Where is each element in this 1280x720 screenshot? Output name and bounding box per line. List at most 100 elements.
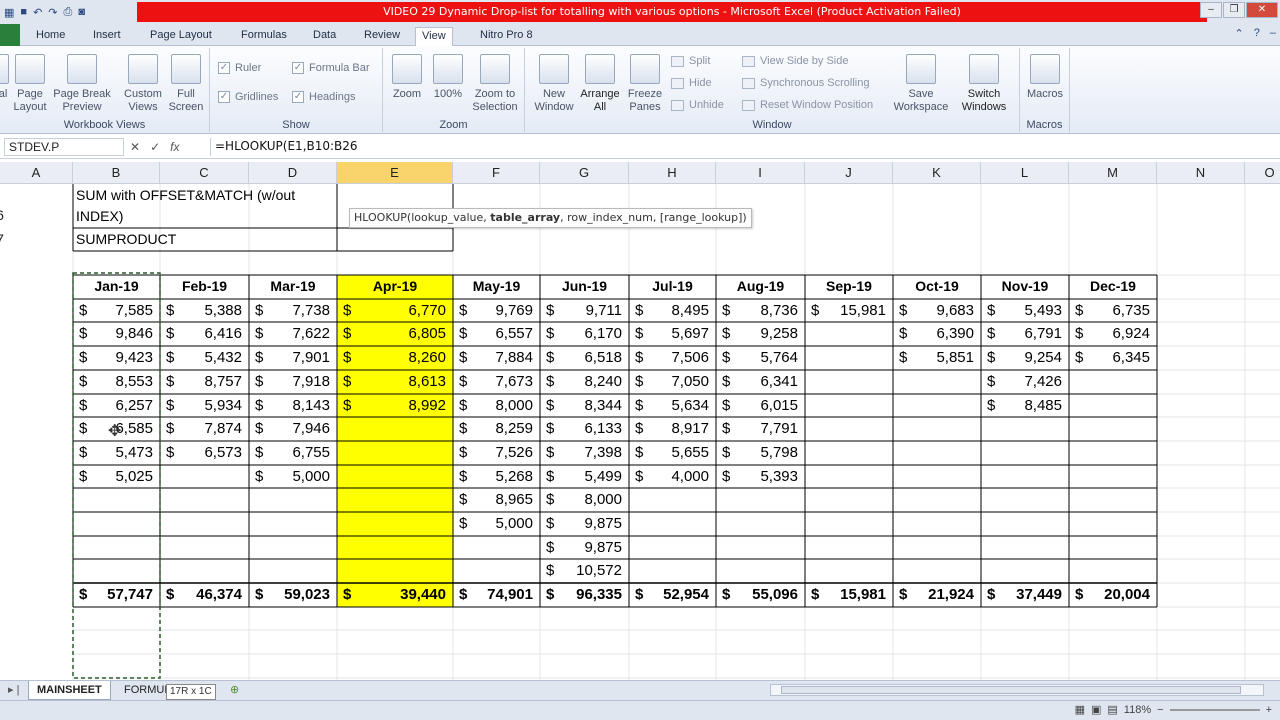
gridlines-checkbox[interactable]: ✓ Gridlines — [218, 91, 278, 103]
value-cell[interactable]: $8,000 — [540, 488, 629, 512]
value-cell[interactable]: $8,757 — [160, 370, 249, 394]
value-cell[interactable]: $8,736 — [716, 299, 805, 323]
value-cell[interactable]: $5,432 — [160, 346, 249, 370]
tab-nitro[interactable]: Nitro Pro 8 — [474, 27, 539, 46]
value-cell[interactable]: $7,622 — [249, 322, 337, 346]
value-cell[interactable]: $6,755 — [249, 441, 337, 465]
column-header-d[interactable]: D — [249, 162, 337, 184]
value-cell[interactable]: $9,846 — [73, 322, 160, 346]
value-cell[interactable]: $9,683 — [893, 299, 981, 323]
value-cell[interactable]: $7,946 — [249, 417, 337, 441]
month-header[interactable]: Apr-19 — [337, 275, 453, 299]
total-cell[interactable]: $74,901 — [453, 583, 540, 607]
value-cell[interactable]: $10,572 — [540, 559, 629, 583]
column-header-f[interactable]: F — [453, 162, 540, 184]
sync-scroll-button[interactable]: Synchronous Scrolling — [742, 77, 869, 89]
cell-b6-line1[interactable]: SUM with OFFSET&MATCH (w/out — [76, 184, 346, 206]
month-header[interactable]: Sep-19 — [805, 275, 893, 299]
value-cell[interactable]: $5,764 — [716, 346, 805, 370]
value-cell[interactable]: $8,259 — [453, 417, 540, 441]
value-cell[interactable]: $6,341 — [716, 370, 805, 394]
value-cell[interactable]: $8,344 — [540, 394, 629, 418]
value-cell[interactable]: $6,345 — [1069, 346, 1157, 370]
total-cell[interactable]: $21,924 — [893, 583, 981, 607]
custom-views-button[interactable]: Custom Views — [120, 54, 166, 114]
column-header-j[interactable]: J — [805, 162, 893, 184]
month-header[interactable]: Mar-19 — [249, 275, 337, 299]
total-cell[interactable]: $52,954 — [629, 583, 716, 607]
ruler-checkbox[interactable]: ✓ Ruler — [218, 62, 261, 74]
value-cell[interactable]: $5,393 — [716, 465, 805, 489]
tab-formulas[interactable]: Formulas — [235, 27, 293, 46]
value-cell[interactable]: $5,473 — [73, 441, 160, 465]
column-header-b[interactable]: B — [73, 162, 160, 184]
value-cell[interactable]: $8,992 — [337, 394, 453, 418]
value-cell[interactable]: $7,426 — [981, 370, 1069, 394]
value-cell[interactable]: $7,526 — [453, 441, 540, 465]
page-layout-status-icon[interactable]: ▣ — [1091, 703, 1101, 716]
value-cell[interactable]: $8,965 — [453, 488, 540, 512]
sheet-nav-icon[interactable]: ▸ | — [0, 681, 27, 700]
value-cell[interactable]: $7,901 — [249, 346, 337, 370]
value-cell[interactable]: $8,917 — [629, 417, 716, 441]
value-cell[interactable]: $6,133 — [540, 417, 629, 441]
total-cell[interactable]: $57,747 — [73, 583, 160, 607]
page-break-preview-button[interactable]: Page Break Preview — [52, 54, 112, 114]
formula-input[interactable]: =HLOOKUP(E1,B10:B26 — [210, 138, 1276, 156]
month-header[interactable]: Jun-19 — [540, 275, 629, 299]
value-cell[interactable]: $6,390 — [893, 322, 981, 346]
value-cell[interactable]: $7,738 — [249, 299, 337, 323]
arrange-all-button[interactable]: Arrange All — [577, 54, 623, 114]
normal-view-button[interactable]: al — [0, 54, 12, 101]
print-icon[interactable]: ⎙ — [64, 6, 73, 19]
value-cell[interactable]: $9,423 — [73, 346, 160, 370]
value-cell[interactable]: $6,518 — [540, 346, 629, 370]
value-cell[interactable]: $5,634 — [629, 394, 716, 418]
value-cell[interactable]: $7,585 — [73, 299, 160, 323]
value-cell[interactable]: $6,257 — [73, 394, 160, 418]
name-box[interactable]: STDEV.P — [4, 138, 124, 156]
column-header-c[interactable]: C — [160, 162, 249, 184]
column-header-o[interactable]: O — [1245, 162, 1280, 184]
value-cell[interactable]: $8,240 — [540, 370, 629, 394]
value-cell[interactable]: $5,697 — [629, 322, 716, 346]
new-sheet-icon[interactable]: ⊕ — [222, 681, 247, 700]
value-cell[interactable]: $8,143 — [249, 394, 337, 418]
row-header-6[interactable]: 6 — [0, 184, 36, 228]
minimize-button[interactable]: – — [1200, 2, 1222, 18]
column-header-h[interactable]: H — [629, 162, 716, 184]
month-header[interactable]: Feb-19 — [160, 275, 249, 299]
month-header[interactable]: Aug-19 — [716, 275, 805, 299]
undo-icon[interactable]: ↶ — [33, 6, 42, 19]
value-cell[interactable]: $5,798 — [716, 441, 805, 465]
value-cell[interactable]: $7,506 — [629, 346, 716, 370]
headings-checkbox[interactable]: ✓ Headings — [292, 91, 355, 103]
window-minimize-icon[interactable]: – — [1270, 27, 1276, 40]
restore-button[interactable]: ❐ — [1223, 2, 1245, 18]
value-cell[interactable]: $7,673 — [453, 370, 540, 394]
value-cell[interactable]: $8,260 — [337, 346, 453, 370]
save-icon[interactable]: ■ — [20, 6, 27, 18]
redo-icon[interactable]: ↷ — [48, 6, 57, 19]
value-cell[interactable]: $6,735 — [1069, 299, 1157, 323]
full-screen-button[interactable]: Full Screen — [166, 54, 206, 114]
total-cell[interactable]: $46,374 — [160, 583, 249, 607]
tab-home[interactable]: Home — [30, 27, 71, 46]
close-button[interactable]: ✕ — [1246, 2, 1278, 18]
value-cell[interactable]: $6,791 — [981, 322, 1069, 346]
save-workspace-button[interactable]: Save Workspace — [891, 54, 951, 114]
zoom-out-icon[interactable]: − — [1157, 704, 1163, 716]
value-cell[interactable]: $8,553 — [73, 370, 160, 394]
column-header-i[interactable]: I — [716, 162, 805, 184]
month-header[interactable]: Oct-19 — [893, 275, 981, 299]
hide-button[interactable]: Hide — [671, 77, 712, 89]
value-cell[interactable]: $6,557 — [453, 322, 540, 346]
column-header-e[interactable]: E — [337, 162, 453, 184]
value-cell[interactable]: $6,573 — [160, 441, 249, 465]
value-cell[interactable]: $6,924 — [1069, 322, 1157, 346]
formula-bar-checkbox[interactable]: ✓ Formula Bar — [292, 62, 370, 74]
month-header[interactable]: Jan-19 — [73, 275, 160, 299]
month-header[interactable]: Jul-19 — [629, 275, 716, 299]
total-cell[interactable]: $96,335 — [540, 583, 629, 607]
value-cell[interactable]: $5,499 — [540, 465, 629, 489]
